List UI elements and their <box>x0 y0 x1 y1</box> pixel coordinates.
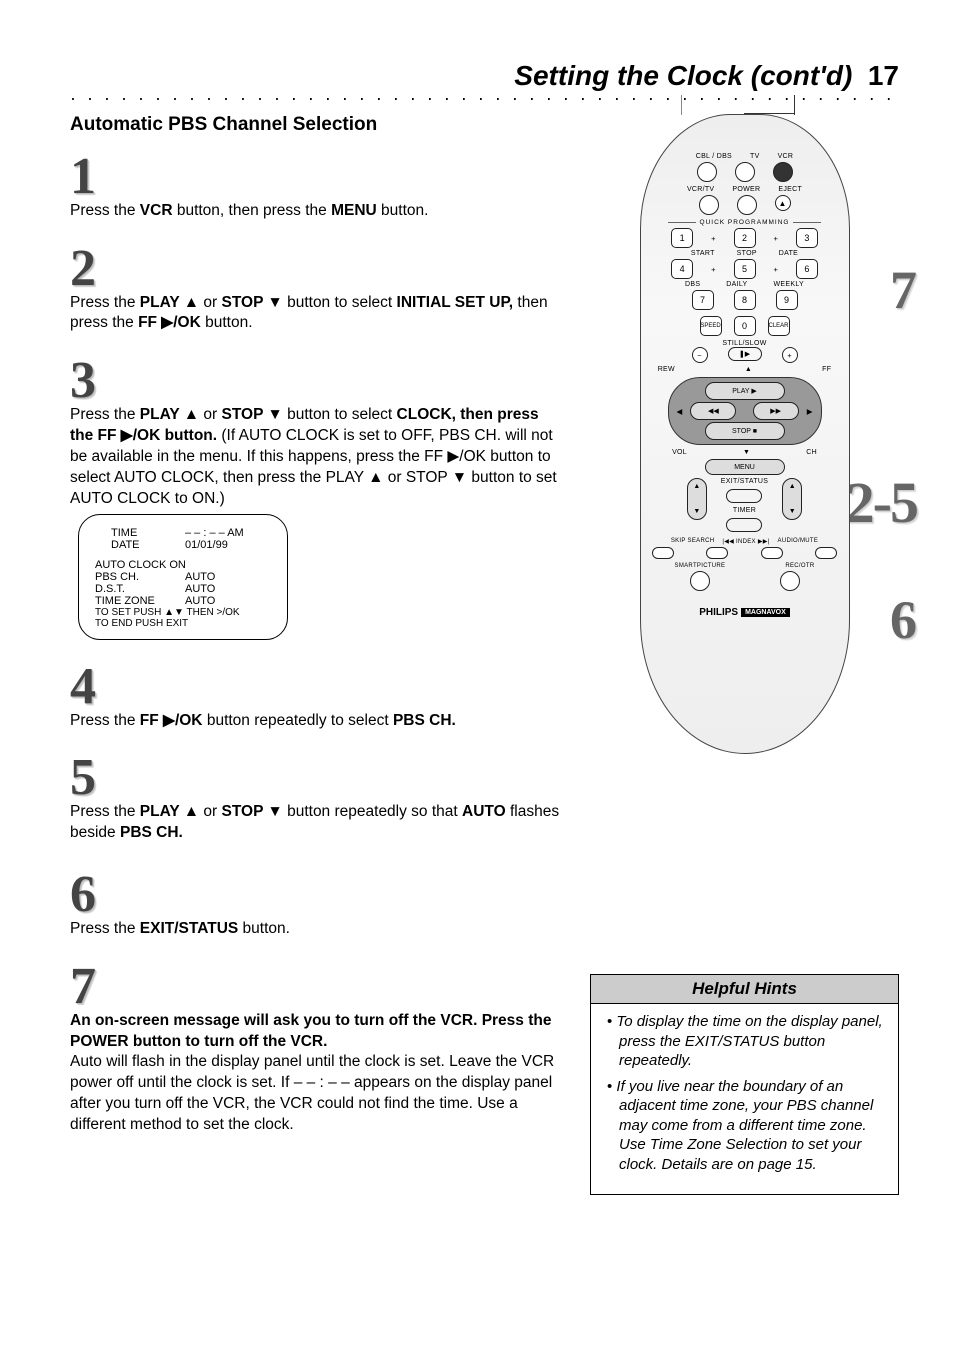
tv-button <box>735 162 755 182</box>
still-button: ❚▶ <box>728 347 762 361</box>
timer-button <box>726 518 762 532</box>
plus-button: + <box>782 347 798 363</box>
vcr-button <box>773 162 793 182</box>
header-page: 17 <box>868 60 899 91</box>
ch-rocker: ▲▼ <box>782 478 802 520</box>
step-number: 5 <box>70 755 565 802</box>
eject-button: ▲ <box>775 195 791 211</box>
play-button: PLAY ▶ <box>705 382 785 400</box>
step-number: 1 <box>70 154 565 201</box>
hint-item: If you live near the boundary of an adja… <box>607 1077 886 1175</box>
instructions-column: Automatic PBS Channel Selection 1 Press … <box>70 114 565 1195</box>
header-title: Setting the Clock (cont'd) <box>514 60 852 91</box>
stop-button: STOP ■ <box>705 422 785 440</box>
smartpicture-button <box>690 571 710 591</box>
step-number: 3 <box>70 358 565 405</box>
brand: PHILIPSMAGNAVOX <box>641 607 849 618</box>
callout-6: 6 <box>890 589 917 651</box>
step-4: 4 Press the FF ▶/OK button repeatedly to… <box>70 664 565 732</box>
step-2: 2 Press the PLAY ▲ or STOP ▼ button to s… <box>70 246 565 335</box>
menu-button: MENU <box>705 459 785 475</box>
step-text: Press the FF ▶/OK button repeatedly to s… <box>70 711 565 732</box>
quick-programming-label: QUICK PROGRAMMING <box>641 219 849 226</box>
step-number: 6 <box>70 872 565 919</box>
step-text: Press the PLAY ▲ or STOP ▼ button to sel… <box>70 405 565 510</box>
play-cluster: PLAY ▶ ◀◀◀▶▶▶ STOP ■ <box>668 377 822 445</box>
step-text: Press the VCR button, then press the MEN… <box>70 201 565 222</box>
hint-item: To display the time on the display panel… <box>607 1012 886 1071</box>
page-header: Setting the Clock (cont'd) 17 <box>70 60 899 92</box>
step-number: 2 <box>70 246 565 293</box>
minus-button: − <box>692 347 708 363</box>
figure-column: 7 2-5 6 CBL / DBSTVVCR VCR/TVPOWEREJECT … <box>590 114 899 1195</box>
step-text: An on-screen message will ask you to tur… <box>70 1011 565 1137</box>
step-text: Press the EXIT/STATUS button. <box>70 919 565 940</box>
osd-screen: TIME– – : – – AM DATE01/01/99 AUTO CLOCK… <box>78 514 288 640</box>
vcrtv-button <box>699 195 719 215</box>
remote-illustration: CBL / DBSTVVCR VCR/TVPOWEREJECT ▲ QUICK … <box>640 114 850 754</box>
section-subhead: Automatic PBS Channel Selection <box>70 114 565 136</box>
helpful-hints-box: Helpful Hints To display the time on the… <box>590 974 899 1195</box>
hints-title: Helpful Hints <box>591 975 898 1004</box>
rew-button: ◀◀ <box>690 402 736 420</box>
step-3: 3 Press the PLAY ▲ or STOP ▼ button to s… <box>70 358 565 639</box>
ff-button: ▶▶ <box>753 402 799 420</box>
step-1: 1 Press the VCR button, then press the M… <box>70 154 565 222</box>
callout-2-5: 2-5 <box>846 469 917 536</box>
step-5: 5 Press the PLAY ▲ or STOP ▼ button repe… <box>70 755 565 844</box>
power-button <box>737 195 757 215</box>
step-text: Press the PLAY ▲ or STOP ▼ button repeat… <box>70 802 565 844</box>
rec-button <box>780 571 800 591</box>
callout-7: 7 <box>890 259 917 321</box>
step-number: 7 <box>70 964 565 1011</box>
step-7: 7 An on-screen message will ask you to t… <box>70 964 565 1136</box>
cbl-button <box>697 162 717 182</box>
step-6: 6 Press the EXIT/STATUS button. <box>70 872 565 940</box>
dotted-rule: · · · · · · · · · · · · · · · · · · · · … <box>70 94 899 102</box>
vol-rocker: ▲▼ <box>687 478 707 520</box>
exit-button <box>726 489 762 503</box>
step-number: 4 <box>70 664 565 711</box>
step-text: Press the PLAY ▲ or STOP ▼ button to sel… <box>70 293 565 335</box>
